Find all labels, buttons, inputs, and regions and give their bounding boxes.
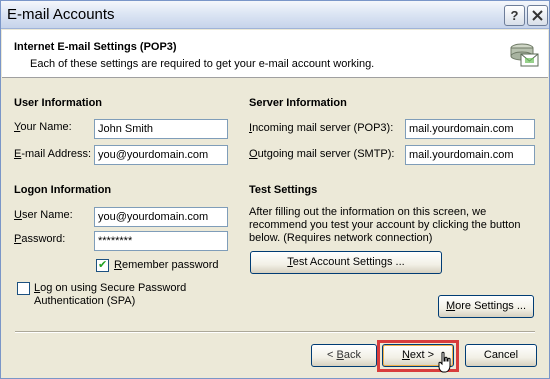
server-info-heading: Server Information <box>249 97 347 109</box>
test-settings-heading: Test Settings <box>249 184 318 196</box>
your-name-field[interactable]: John Smith <box>94 119 228 139</box>
your-name-label: Your Name: <box>14 121 72 133</box>
remember-password-label[interactable]: Remember password <box>114 259 219 271</box>
remember-password-checkbox[interactable] <box>96 258 109 272</box>
close-button[interactable] <box>527 5 548 26</box>
spa-checkbox[interactable] <box>17 282 30 295</box>
user-name-field[interactable]: you@yourdomain.com <box>94 207 228 227</box>
mouse-cursor-icon <box>438 351 451 373</box>
close-icon <box>532 10 543 21</box>
test-settings-text-line1: After filling out the information on thi… <box>249 206 487 218</box>
help-button[interactable]: ? <box>504 5 525 26</box>
logon-info-heading: Logon Information <box>14 184 112 196</box>
test-account-settings-button[interactable]: Test Account Settings ... <box>250 251 442 274</box>
user-name-label: User Name: <box>14 209 73 221</box>
email-accounts-dialog: E-mail Accounts ? Internet E-mail Settin… <box>0 0 550 379</box>
test-settings-text-line3: below. (Requires network connection) <box>249 232 433 244</box>
spa-label-line2[interactable]: Authentication (SPA) <box>34 295 135 307</box>
window-title: E-mail Accounts <box>7 6 115 23</box>
more-settings-button[interactable]: More Settings ... <box>438 295 534 318</box>
email-address-field[interactable]: you@yourdomain.com <box>94 145 228 165</box>
user-info-heading: User Information <box>14 97 103 109</box>
password-label: Password: <box>14 233 66 245</box>
page-description: Each of these settings are required to g… <box>30 58 375 70</box>
back-button[interactable]: < Back <box>311 344 377 367</box>
footer-separator <box>15 331 535 333</box>
page-title: Internet E-mail Settings (POP3) <box>14 41 177 53</box>
password-field[interactable]: ******** <box>94 231 228 251</box>
title-bar[interactable]: E-mail Accounts ? <box>1 1 549 29</box>
incoming-server-field[interactable]: mail.yourdomain.com <box>405 119 535 139</box>
page-header: Internet E-mail Settings (POP3) Each of … <box>2 30 548 78</box>
email-address-label: E-mail Address: <box>14 148 92 160</box>
spa-label-line1[interactable]: Log on using Secure Password <box>34 282 186 294</box>
incoming-server-label: Incoming mail server (POP3): <box>249 122 394 134</box>
outgoing-server-label: Outgoing mail server (SMTP): <box>249 148 395 160</box>
outgoing-server-field[interactable]: mail.yourdomain.com <box>405 145 535 165</box>
mail-server-icon <box>510 43 539 67</box>
cancel-button[interactable]: Cancel <box>465 344 537 367</box>
test-settings-text-line2: recommend you test your account by click… <box>249 219 521 231</box>
